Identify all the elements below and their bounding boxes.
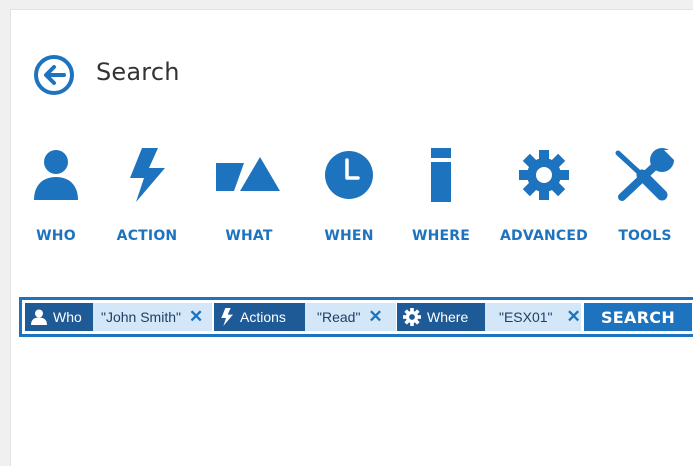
category-label: TOOLS — [618, 228, 672, 244]
filter-bar: Who "John Smith" ✕ Actions "Read" ✕ Wher… — [19, 297, 693, 337]
lightning-icon — [130, 148, 165, 202]
clock-icon — [325, 151, 373, 199]
category-label: ADVANCED — [500, 228, 588, 244]
filter-actions-key[interactable]: Actions — [214, 303, 305, 331]
category-where[interactable]: WHERE — [391, 146, 491, 244]
filter-key-label: Who — [53, 309, 82, 325]
remove-filter-icon[interactable]: ✕ — [189, 307, 203, 327]
filter-who-key[interactable]: Who — [25, 303, 93, 331]
category-tools[interactable]: TOOLS — [595, 146, 693, 244]
shapes-icon — [216, 157, 280, 191]
category-label: WHEN — [324, 228, 374, 244]
category-label: WHERE — [411, 228, 471, 244]
tools-icon — [615, 148, 674, 201]
category-when[interactable]: WHEN — [299, 146, 399, 244]
filter-key-label: Where — [427, 309, 469, 325]
remove-filter-icon[interactable]: ✕ — [567, 307, 581, 327]
filter-value: "John Smith" — [101, 309, 181, 325]
filter-key-label: Actions — [240, 309, 286, 325]
filter-value: "Read" — [317, 309, 361, 325]
category-who[interactable]: WHO — [6, 146, 106, 244]
person-icon — [34, 150, 78, 200]
category-label: WHAT — [225, 228, 273, 244]
page-title: Search — [96, 58, 180, 86]
category-action[interactable]: ACTION — [97, 146, 197, 244]
category-label: ACTION — [116, 228, 178, 244]
back-arrow-icon — [34, 55, 74, 95]
gear-icon — [519, 150, 569, 200]
remove-filter-icon[interactable]: ✕ — [368, 307, 382, 327]
category-advanced[interactable]: ADVANCED — [494, 146, 594, 244]
person-icon — [31, 309, 47, 325]
filter-where-value[interactable]: "ESX01" ✕ — [485, 303, 581, 331]
gear-icon — [403, 308, 421, 326]
filter-actions-value[interactable]: "Read" ✕ — [305, 303, 396, 331]
category-label: WHO — [36, 228, 76, 244]
back-button[interactable] — [33, 54, 75, 96]
category-what[interactable]: WHAT — [199, 146, 299, 244]
lightning-icon — [221, 308, 233, 326]
filter-value: "ESX01" — [499, 309, 553, 325]
search-button[interactable]: SEARCH — [584, 303, 692, 331]
server-icon — [431, 148, 451, 202]
filter-where-key[interactable]: Where — [397, 303, 485, 331]
filter-who-value[interactable]: "John Smith" ✕ — [93, 303, 212, 331]
